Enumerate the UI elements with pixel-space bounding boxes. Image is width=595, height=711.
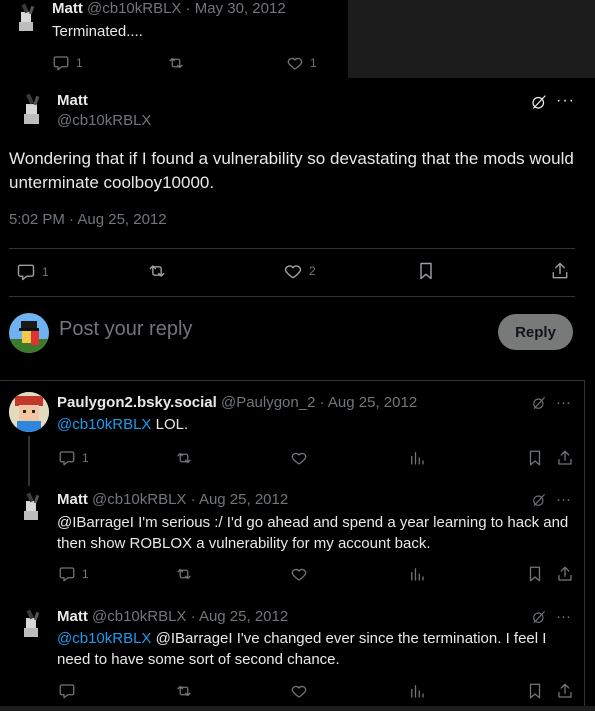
repost-icon <box>146 261 168 281</box>
comment-icon <box>58 449 76 467</box>
bookmark-action[interactable] <box>526 449 544 467</box>
bookmark-action[interactable] <box>416 261 436 281</box>
share-icon <box>556 682 574 700</box>
repost-action[interactable] <box>166 54 186 72</box>
heart-icon <box>283 261 303 281</box>
share-action[interactable] <box>556 449 574 467</box>
comment-icon <box>16 262 36 282</box>
analytics-icon <box>408 449 426 467</box>
views-action[interactable] <box>408 682 426 700</box>
heart-icon <box>290 682 308 700</box>
bottom-edge <box>0 706 595 711</box>
mention-link[interactable]: @cb10kRBLX <box>57 630 151 647</box>
avatar[interactable] <box>9 313 49 353</box>
author-name[interactable]: Matt <box>52 0 83 17</box>
author-name[interactable]: Matt <box>57 491 88 508</box>
analytics-icon <box>408 682 426 700</box>
more-icon[interactable]: ··· <box>556 394 571 411</box>
views-action[interactable] <box>408 449 426 467</box>
divider <box>9 248 575 249</box>
grok-icon[interactable] <box>531 492 547 508</box>
comment-icon <box>58 682 76 700</box>
reply-button[interactable]: Reply <box>498 314 573 350</box>
reply-action[interactable]: 1 <box>58 449 89 467</box>
bookmark-icon <box>526 565 544 583</box>
divider <box>9 296 575 297</box>
like-action[interactable] <box>290 682 308 700</box>
reply-action[interactable]: 1 <box>58 565 89 583</box>
repost-icon <box>166 54 186 72</box>
reply-count: 1 <box>82 567 89 581</box>
grok-icon[interactable] <box>531 395 547 411</box>
bookmark-action[interactable] <box>526 682 544 700</box>
author-handle-date[interactable]: @Paulygon_2 · Aug 25, 2012 <box>221 394 417 411</box>
share-action[interactable] <box>550 261 570 281</box>
mention-link[interactable]: @cb10kRBLX <box>57 416 151 433</box>
author-handle-date[interactable]: @cb10kRBLX · Aug 25, 2012 <box>92 608 288 625</box>
grok-icon[interactable] <box>530 93 548 111</box>
repost-action[interactable] <box>146 261 168 281</box>
share-icon <box>556 449 574 467</box>
author-name[interactable]: Paulygon2.bsky.social <box>57 394 217 411</box>
background-gap <box>348 0 595 78</box>
author-handle[interactable]: @cb10kRBLX <box>57 112 151 129</box>
avatar[interactable] <box>17 92 47 126</box>
like-action[interactable]: 1 <box>286 54 317 72</box>
tweet-text: Wondering that if I found a vulnerabilit… <box>9 149 574 192</box>
comment-icon <box>58 565 76 583</box>
reply-count: 1 <box>76 56 83 70</box>
analytics-icon <box>408 565 426 583</box>
repost-action[interactable] <box>174 449 194 467</box>
avatar[interactable] <box>9 392 49 432</box>
reply-text: @IBarrageI I'm serious :/ I'd go ahead a… <box>57 514 569 552</box>
tweet-timestamp[interactable]: 5:02 PM · Aug 25, 2012 <box>9 211 167 228</box>
like-action[interactable] <box>290 565 308 583</box>
reply-action[interactable]: 1 <box>16 262 49 282</box>
repost-action[interactable] <box>174 682 194 700</box>
repost-icon <box>174 565 194 583</box>
share-icon <box>550 261 570 281</box>
reply-count: 1 <box>42 265 49 279</box>
previous-tweet[interactable]: Matt @cb10kRBLX · May 30, 2012 Terminate… <box>0 0 348 78</box>
avatar[interactable] <box>17 491 47 525</box>
author-name[interactable]: Matt <box>57 92 88 109</box>
avatar[interactable] <box>12 2 42 36</box>
heart-icon <box>286 54 304 72</box>
like-count: 1 <box>310 56 317 70</box>
bookmark-icon <box>526 449 544 467</box>
more-icon[interactable]: ··· <box>556 608 571 625</box>
reply-action[interactable] <box>58 682 82 700</box>
repost-icon <box>174 682 194 700</box>
heart-icon <box>290 449 308 467</box>
reply-action[interactable]: 1 <box>52 54 83 72</box>
column-border <box>584 380 585 711</box>
share-action[interactable] <box>556 682 574 700</box>
comment-icon <box>52 54 70 72</box>
share-action[interactable] <box>556 565 574 583</box>
more-icon[interactable]: ··· <box>556 92 575 110</box>
author-handle-date[interactable]: @cb10kRBLX · May 30, 2012 <box>87 0 286 17</box>
divider <box>0 380 584 381</box>
author-handle-date[interactable]: @cb10kRBLX · Aug 25, 2012 <box>92 491 288 508</box>
repost-action[interactable] <box>174 565 194 583</box>
author-name[interactable]: Matt <box>57 608 88 625</box>
views-action[interactable] <box>408 565 426 583</box>
reply-count: 1 <box>82 451 89 465</box>
grok-icon[interactable] <box>531 609 547 625</box>
like-action[interactable]: 2 <box>283 261 316 281</box>
bookmark-action[interactable] <box>526 565 544 583</box>
tweet-text: Terminated.... <box>52 23 143 40</box>
bookmark-icon <box>526 682 544 700</box>
repost-icon <box>174 449 194 467</box>
avatar[interactable] <box>17 608 47 642</box>
reply-input[interactable]: Post your reply <box>59 318 192 341</box>
more-icon[interactable]: ··· <box>556 491 571 508</box>
like-count: 2 <box>309 264 316 278</box>
bookmark-icon <box>416 261 436 281</box>
heart-icon <box>290 565 308 583</box>
reply-text: LOL. <box>151 416 189 433</box>
like-action[interactable] <box>290 449 308 467</box>
thread-line <box>28 436 30 486</box>
share-icon <box>556 565 574 583</box>
